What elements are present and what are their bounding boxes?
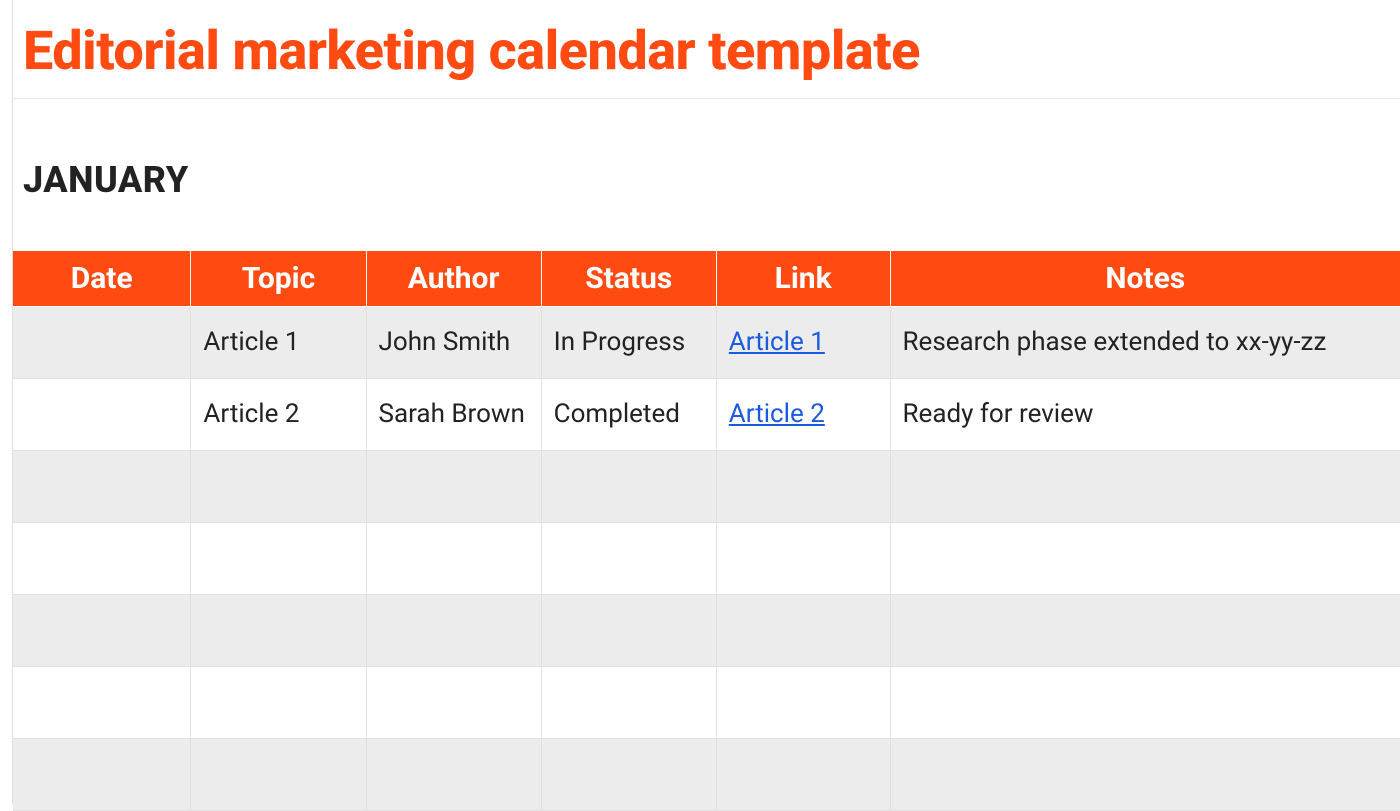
- cell-status: [541, 450, 716, 522]
- cell-notes: [890, 522, 1400, 594]
- cell-link: [716, 738, 890, 810]
- cell-date: [13, 594, 191, 666]
- table-row: [13, 666, 1400, 738]
- table-header-row: Date Topic Author Status Link Notes: [13, 251, 1400, 307]
- table-row: [13, 738, 1400, 810]
- cell-link: [716, 666, 890, 738]
- col-date: Date: [13, 251, 191, 307]
- table-row: Article 1John SmithIn ProgressArticle 1R…: [13, 306, 1400, 378]
- col-notes: Notes: [890, 251, 1400, 307]
- cell-date: [13, 450, 191, 522]
- cell-status: Completed: [541, 378, 716, 450]
- cell-status: [541, 594, 716, 666]
- page-title: Editorial marketing calendar template: [13, 0, 1400, 99]
- cell-topic: [191, 666, 366, 738]
- cell-date: [13, 306, 191, 378]
- table-row: [13, 450, 1400, 522]
- calendar-table: Date Topic Author Status Link Notes Arti…: [13, 251, 1400, 811]
- cell-notes: [890, 666, 1400, 738]
- cell-author: [366, 450, 541, 522]
- cell-status: In Progress: [541, 306, 716, 378]
- cell-link: [716, 594, 890, 666]
- cell-notes: [890, 594, 1400, 666]
- cell-date: [13, 666, 191, 738]
- cell-status: [541, 666, 716, 738]
- table-row: [13, 522, 1400, 594]
- cell-notes: [890, 450, 1400, 522]
- cell-topic: Article 1: [191, 306, 366, 378]
- cell-notes: Ready for review: [890, 378, 1400, 450]
- cell-status: [541, 522, 716, 594]
- cell-topic: [191, 450, 366, 522]
- cell-topic: [191, 738, 366, 810]
- cell-link: [716, 522, 890, 594]
- cell-link: Article 2: [716, 378, 890, 450]
- cell-topic: [191, 522, 366, 594]
- article-link[interactable]: Article 2: [729, 399, 825, 429]
- col-status: Status: [541, 251, 716, 307]
- table-row: [13, 594, 1400, 666]
- document-page: Editorial marketing calendar template JA…: [12, 0, 1400, 804]
- cell-author: [366, 738, 541, 810]
- col-link: Link: [716, 251, 890, 307]
- cell-author: Sarah Brown: [366, 378, 541, 450]
- month-heading: JANUARY: [13, 99, 1400, 251]
- table-row: Article 2Sarah BrownCompletedArticle 2Re…: [13, 378, 1400, 450]
- cell-topic: [191, 594, 366, 666]
- cell-topic: Article 2: [191, 378, 366, 450]
- cell-date: [13, 378, 191, 450]
- cell-notes: [890, 738, 1400, 810]
- cell-date: [13, 738, 191, 810]
- cell-link: [716, 450, 890, 522]
- article-link[interactable]: Article 1: [729, 327, 825, 357]
- cell-notes: Research phase extended to xx-yy-zz: [890, 306, 1400, 378]
- col-author: Author: [366, 251, 541, 307]
- cell-date: [13, 522, 191, 594]
- col-topic: Topic: [191, 251, 366, 307]
- cell-author: [366, 522, 541, 594]
- cell-link: Article 1: [716, 306, 890, 378]
- cell-author: [366, 666, 541, 738]
- cell-author: [366, 594, 541, 666]
- cell-author: John Smith: [366, 306, 541, 378]
- cell-status: [541, 738, 716, 810]
